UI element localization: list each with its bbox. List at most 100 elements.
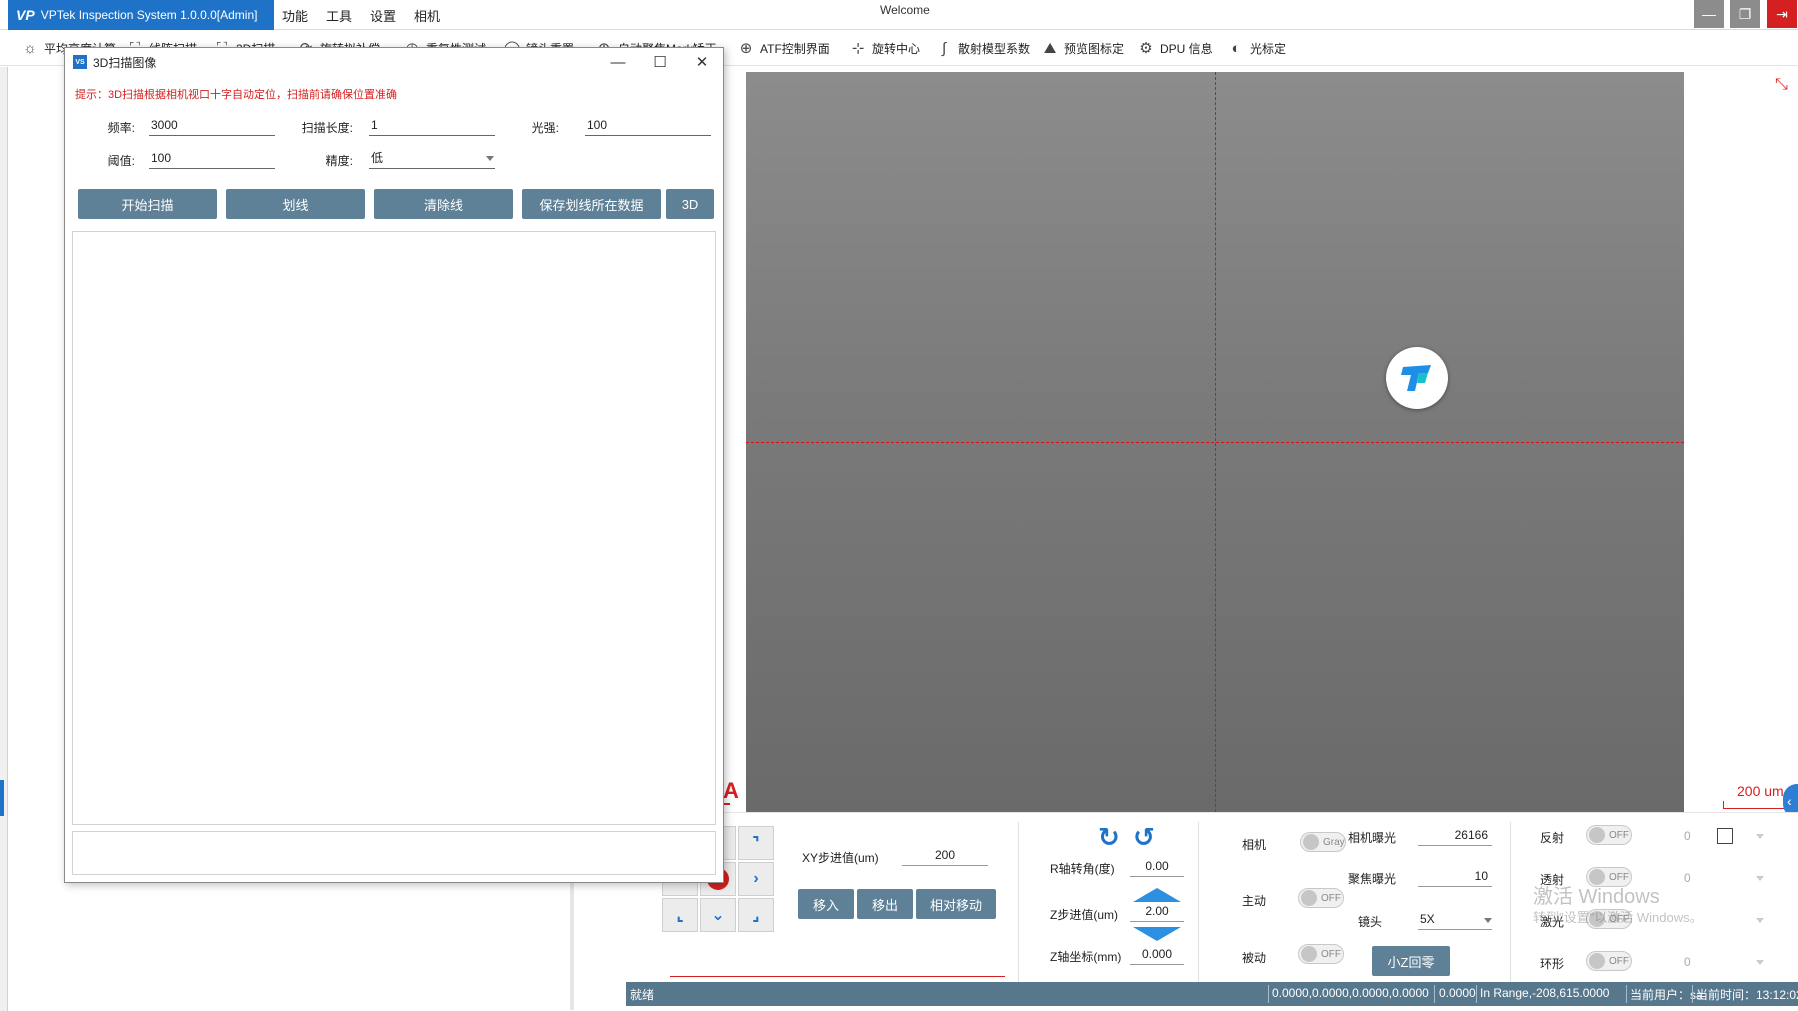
floating-app-icon[interactable] [1386, 347, 1448, 409]
clear-line-button[interactable]: 清除线 [374, 189, 513, 219]
ring-toggle[interactable]: OFF [1586, 951, 1632, 971]
image-calibrate-icon: ⛰ [1043, 39, 1057, 57]
window-exit-button[interactable]: ⇥ [1767, 0, 1797, 28]
toggle-knob [1301, 946, 1317, 962]
chevron-down-icon [1756, 918, 1764, 923]
chevron-down-icon [1484, 918, 1492, 923]
transmit-value[interactable]: 0 [1684, 871, 1691, 885]
camera-label: 相机 [1242, 838, 1267, 852]
z-up-icon[interactable] [1133, 888, 1181, 902]
active-toggle[interactable]: OFF [1298, 888, 1344, 908]
toolbar-label: DPU 信息 [1160, 41, 1213, 56]
menu-settings[interactable]: 设置 [368, 6, 398, 25]
precision-select[interactable]: 低 [369, 149, 495, 169]
rotate-cw-icon[interactable]: ↺ [1133, 822, 1155, 853]
dialog-close-button[interactable]: ✕ [687, 50, 717, 74]
ring-value[interactable]: 0 [1684, 955, 1691, 969]
lens-select[interactable]: 5X [1418, 910, 1492, 930]
chevron-down-icon [486, 156, 494, 161]
toggle-knob [1589, 827, 1605, 843]
r-angle-label: R轴转角(度) [1050, 862, 1115, 876]
window-minimize-button[interactable]: — [1694, 0, 1724, 28]
threshold-label: 阈值: [107, 154, 135, 168]
dialog-maximize-button[interactable]: ☐ [645, 50, 675, 74]
status-bar: 就绪 0.0000,0.0000,0.0000,0.0000 0.0000 In… [626, 982, 1798, 1006]
z-step-input[interactable]: 2.00 [1130, 902, 1184, 922]
reflect-value[interactable]: 0 [1684, 829, 1691, 843]
relative-move-button[interactable]: 相对移动 [916, 889, 996, 919]
light-icon: ◐ [1231, 39, 1241, 57]
window-maximize-button[interactable]: ❐ [1730, 0, 1760, 28]
expand-icon[interactable]: ⤡ [1775, 76, 1788, 94]
status-text: 就绪 [630, 988, 655, 1002]
status-separator [1476, 985, 1477, 1003]
xy-step-input[interactable]: 200 [902, 846, 988, 866]
scan-length-input[interactable]: 1 [369, 116, 495, 136]
chevron-down-icon [1756, 960, 1764, 965]
move-in-button[interactable]: 移入 [798, 889, 854, 919]
r-angle-input[interactable]: 0.00 [1130, 857, 1184, 877]
save-line-data-button[interactable]: 保存划线所在数据 [522, 189, 661, 219]
floating-logo-icon [1401, 365, 1431, 391]
camera-gray-toggle[interactable]: Gray [1300, 832, 1346, 852]
status-time: 当前时间：13:12:02 [1696, 988, 1798, 1002]
start-scan-button[interactable]: 开始扫描 [78, 189, 217, 219]
frequency-input[interactable]: 3000 [149, 116, 275, 136]
marker-letter: A [723, 778, 739, 803]
chevron-down-icon [1756, 876, 1764, 881]
arrow-down-right-button[interactable]: ⌟ [738, 898, 774, 932]
panel-divider [1510, 822, 1511, 982]
menu-tools[interactable]: 工具 [324, 6, 354, 25]
arrow-down-left-button[interactable]: ⌞ [662, 898, 698, 932]
toggle-knob [1589, 953, 1605, 969]
view-3d-button[interactable]: 3D [666, 189, 714, 219]
menu-camera[interactable]: 相机 [412, 6, 442, 25]
scan-log-area[interactable] [72, 831, 716, 875]
welcome-text: Welcome [880, 3, 930, 17]
z-coord-label: Z轴坐标(mm) [1050, 950, 1122, 964]
light-intensity-input[interactable]: 100 [585, 116, 711, 136]
scan-length-label: 扫描长度: [301, 121, 353, 135]
menu-function[interactable]: 功能 [280, 6, 310, 25]
scan-image-canvas[interactable] [72, 231, 716, 825]
threshold-input[interactable]: 100 [149, 149, 275, 169]
status-separator [1626, 985, 1627, 1003]
menu-bar: 功能 工具 设置 相机 [280, 0, 442, 30]
reflect-checkbox[interactable] [1717, 828, 1733, 844]
reflect-toggle[interactable]: OFF [1586, 825, 1632, 845]
activation-watermark-sub: 转到"设置"以激活 Windows。 [1533, 910, 1703, 925]
title-bar: VP VPTek Inspection System 1.0.0.0[Admin… [0, 0, 1798, 30]
toolbar-preview-calibrate[interactable]: ⛰ 预览图标定 [1040, 36, 1124, 60]
status-separator [1692, 985, 1693, 1003]
small-z-home-button[interactable]: 小Z回零 [1372, 946, 1450, 976]
dialog-app-icon: VS [73, 55, 87, 69]
arrow-up-right-button[interactable]: ⌝ [738, 826, 774, 860]
camera-view[interactable] [746, 72, 1684, 812]
activation-watermark: 激活 Windows [1533, 886, 1660, 908]
toolbar-rotation-center[interactable]: ⊹ 旋转中心 [848, 36, 920, 60]
draw-line-button[interactable]: 划线 [226, 189, 365, 219]
dialog-minimize-button[interactable]: — [603, 50, 633, 74]
app-title: VPTek Inspection System 1.0.0.0[Admin] [40, 8, 258, 22]
arrow-right-button[interactable]: › [738, 862, 774, 896]
move-out-button[interactable]: 移出 [857, 889, 913, 919]
arrow-down-button[interactable]: ⌄ [700, 898, 736, 932]
toolbar-dpu-info[interactable]: ⚙ DPU 信息 [1136, 36, 1213, 60]
z-coord-value: 0.000 [1130, 945, 1184, 965]
focus-exposure-input[interactable]: 10 [1418, 867, 1492, 887]
camera-exposure-input[interactable]: 26166 [1418, 826, 1492, 846]
toolbar-label: 预览图标定 [1064, 41, 1125, 56]
z-down-icon[interactable] [1133, 927, 1181, 941]
toolbar-atf-control[interactable]: ⊕ ATF控制界面 [736, 36, 830, 60]
toolbar-light-calibrate[interactable]: ◐ 光标定 [1226, 36, 1286, 60]
passive-toggle[interactable]: OFF [1298, 944, 1344, 964]
frequency-label: 频率: [107, 121, 135, 135]
rotate-ccw-icon[interactable]: ↻ [1098, 822, 1120, 853]
app-logo-icon: VP [16, 7, 35, 23]
ring-label: 环形 [1540, 957, 1565, 971]
toolbar-scatter-coeff[interactable]: ∫ 散射模型系数 [934, 36, 1030, 60]
panel-divider [1018, 822, 1019, 982]
toolbar-label: ATF控制界面 [760, 41, 830, 56]
app-window: VP VPTek Inspection System 1.0.0.0[Admin… [0, 0, 1798, 1011]
scale-bar-label: 200 um [1737, 783, 1784, 799]
